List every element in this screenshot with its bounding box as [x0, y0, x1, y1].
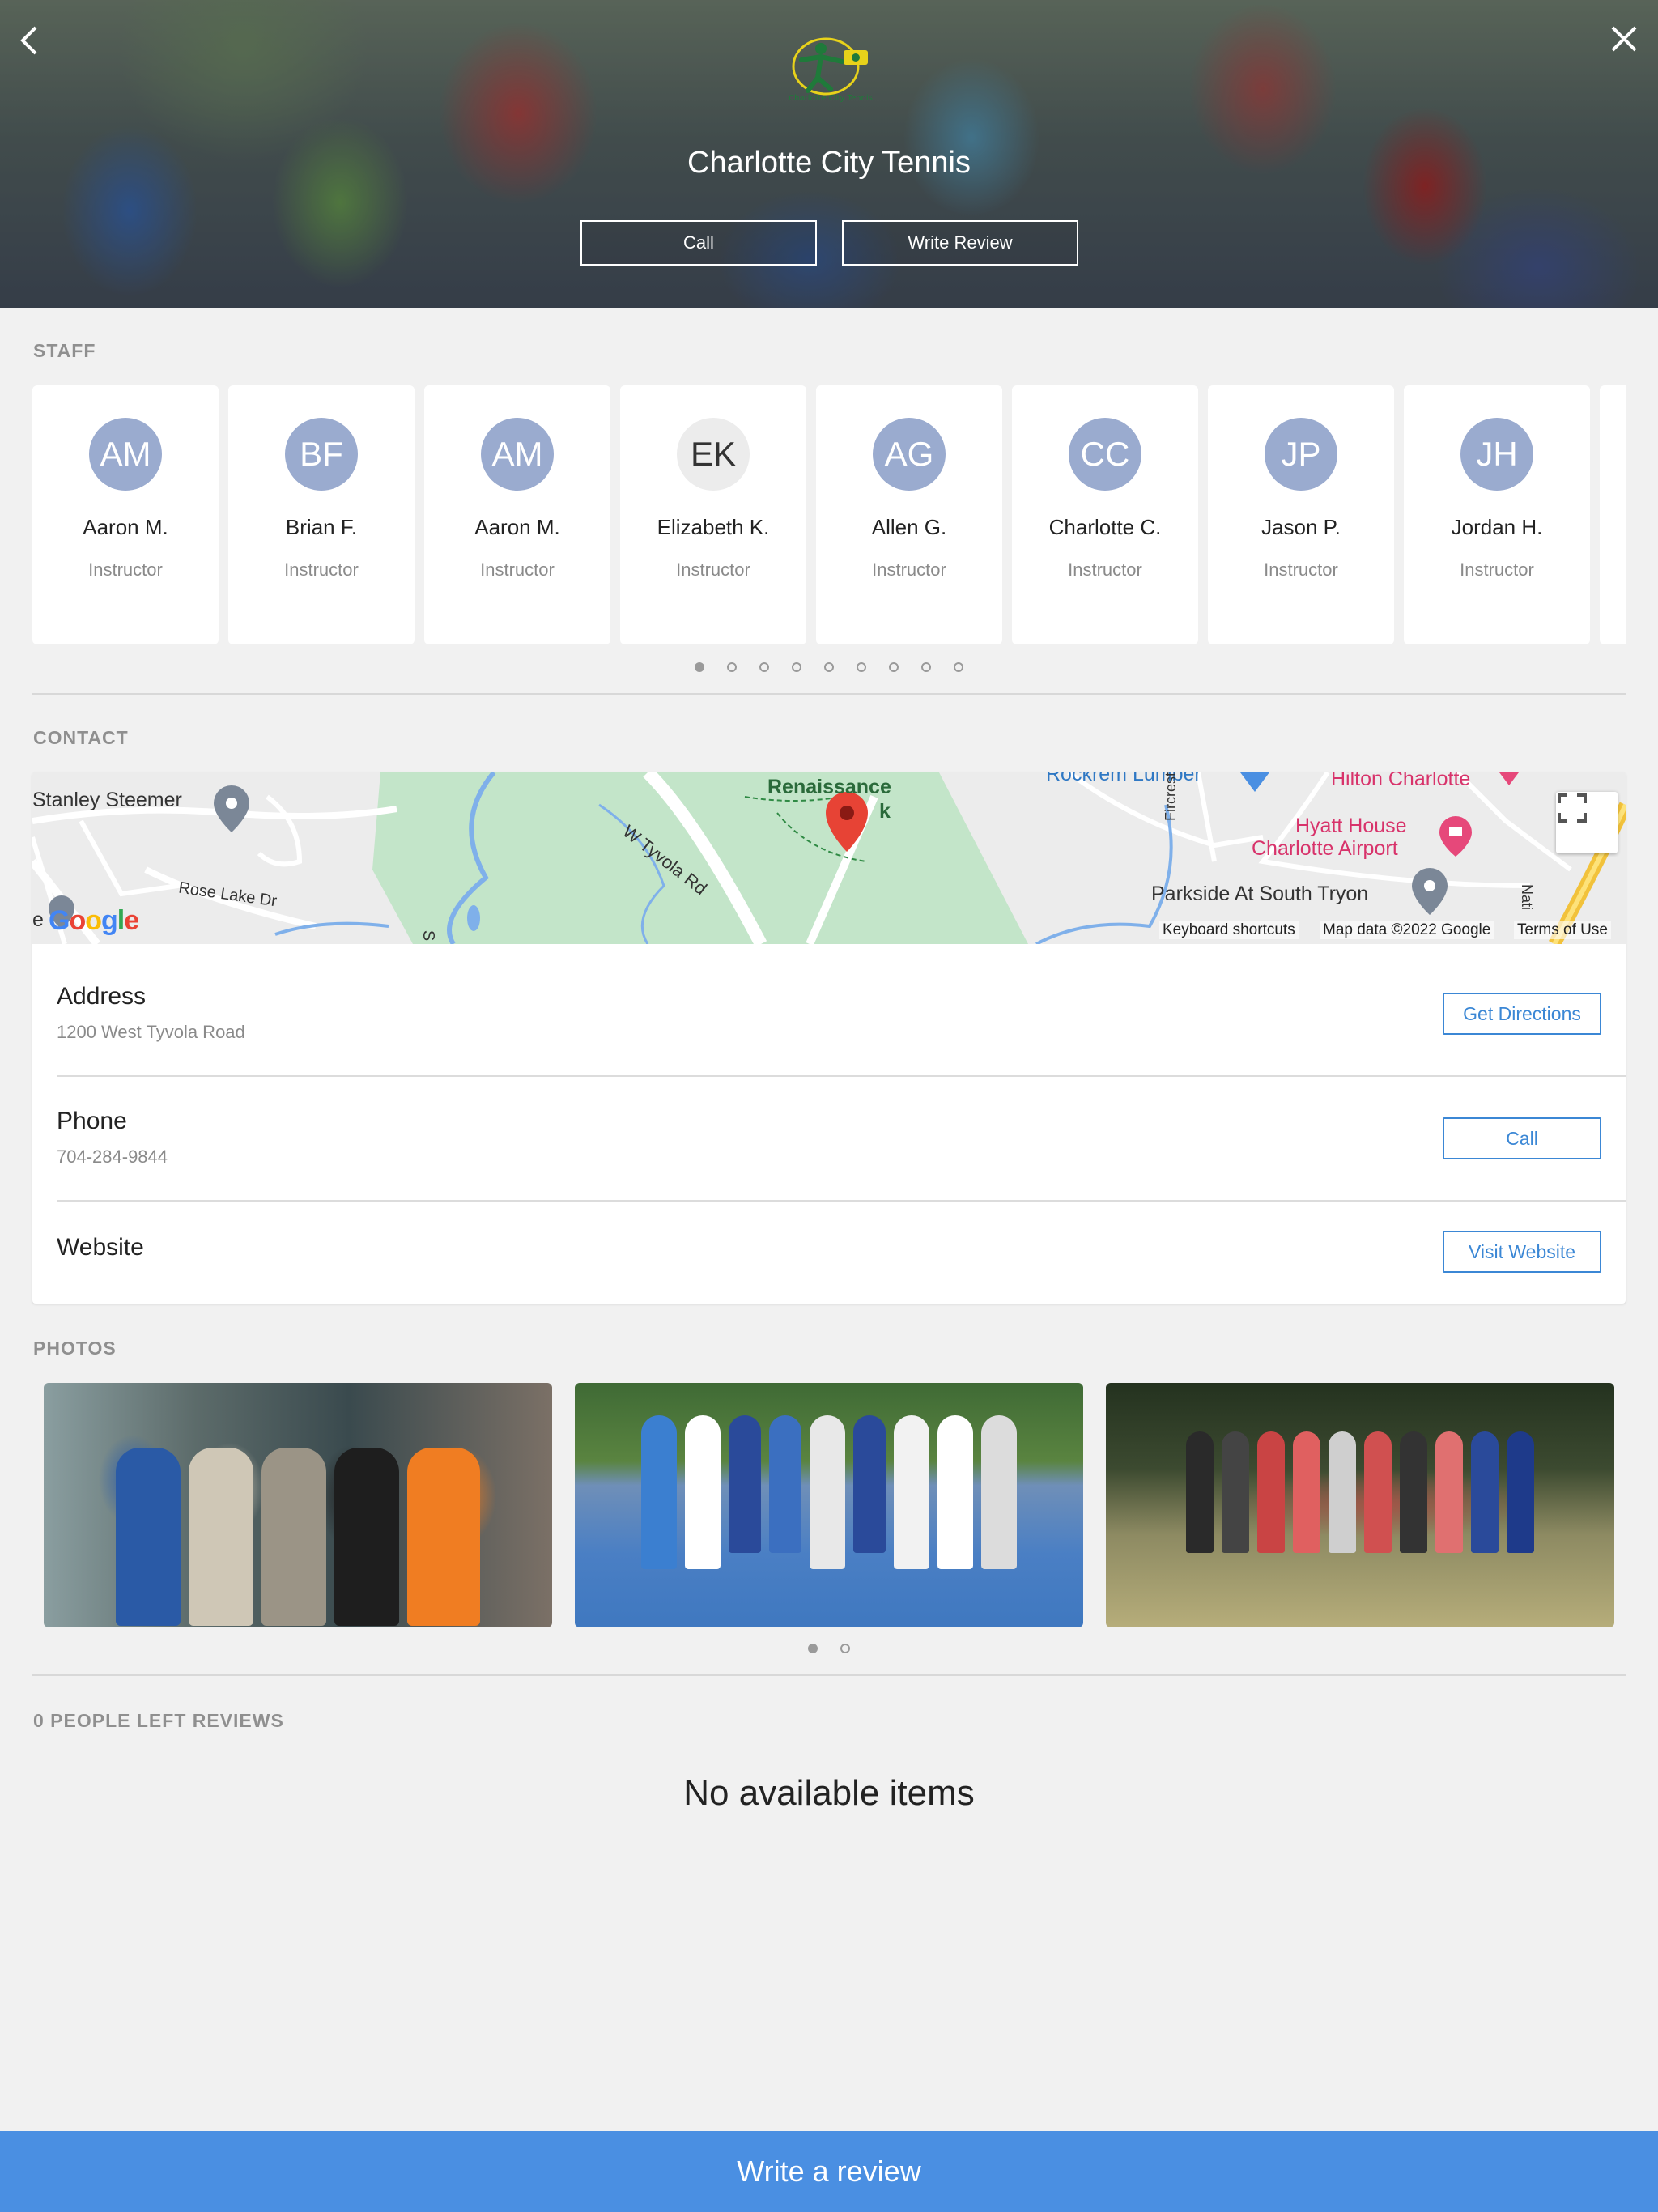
- map-label: Charlotte Airport: [1252, 837, 1398, 860]
- staff-card[interactable]: AM Aaron M. Instructor: [424, 385, 610, 644]
- write-review-button[interactable]: Write Review: [842, 220, 1078, 266]
- pagination-dot[interactable]: [954, 662, 963, 672]
- photos-section-title: PHOTOS: [33, 1338, 117, 1359]
- page-title: Charlotte City Tennis: [687, 146, 971, 180]
- staff-card-partial[interactable]: [1600, 385, 1626, 644]
- hero-call-button[interactable]: Call: [580, 220, 817, 266]
- call-button[interactable]: Call: [1443, 1117, 1601, 1159]
- staff-card[interactable]: BF Brian F. Instructor: [228, 385, 414, 644]
- visit-website-button[interactable]: Visit Website: [1443, 1231, 1601, 1273]
- pagination-dot[interactable]: [857, 662, 866, 672]
- staff-role: Instructor: [1264, 559, 1338, 580]
- phone-label: Phone: [57, 1108, 127, 1134]
- staff-name: Aaron M.: [83, 515, 168, 539]
- phone-row: Phone 704-284-9844: [57, 1108, 1626, 1168]
- staff-card[interactable]: EK Elizabeth K. Instructor: [620, 385, 806, 644]
- staff-card[interactable]: CC Charlotte C. Instructor: [1012, 385, 1198, 644]
- address-value: 1200 West Tyvola Road: [57, 1022, 245, 1042]
- location-map[interactable]: Stanley Steemer Renaissance k Rockrem Lu…: [32, 772, 1626, 944]
- map-label: Hilton Charlotte: [1331, 772, 1471, 790]
- map-data-attribution: Map data ©2022 Google: [1320, 921, 1494, 939]
- staff-section-title: STAFF: [33, 340, 96, 361]
- staff-name: Charlotte C.: [1048, 515, 1162, 539]
- website-label: Website: [57, 1234, 144, 1261]
- pagination-dot[interactable]: [759, 662, 769, 672]
- staff-name: Jordan H.: [1451, 515, 1543, 539]
- map-label: Renaissance: [767, 776, 891, 798]
- staff-card[interactable]: AM Aaron M. Instructor: [32, 385, 219, 644]
- photo-thumbnail[interactable]: [44, 1383, 552, 1627]
- pagination-dot[interactable]: [889, 662, 899, 672]
- avatar: JH: [1460, 418, 1533, 491]
- photo-thumbnail[interactable]: [575, 1383, 1083, 1627]
- svg-text:Charlotte City Tennis: Charlotte City Tennis: [789, 94, 873, 103]
- avatar: BF: [285, 418, 358, 491]
- photo-thumbnail[interactable]: [1106, 1383, 1614, 1627]
- pagination-dot[interactable]: [727, 662, 737, 672]
- staff-card[interactable]: AG Allen G. Instructor: [816, 385, 1002, 644]
- close-icon[interactable]: [1608, 23, 1640, 55]
- club-logo: Charlotte City Tennis: [785, 32, 876, 107]
- staff-carousel[interactable]: AM Aaron M. Instructor BF Brian F. Instr…: [32, 385, 1626, 644]
- pagination-dot[interactable]: [792, 662, 801, 672]
- staff-role: Instructor: [676, 559, 750, 580]
- staff-role: Instructor: [1068, 559, 1142, 580]
- avatar: CC: [1069, 418, 1141, 491]
- staff-pagination: [695, 662, 963, 672]
- map-label: e: [32, 908, 44, 931]
- write-a-review-button[interactable]: Write a review: [0, 2131, 1658, 2212]
- fullscreen-icon[interactable]: [1556, 792, 1618, 853]
- reviews-section-title: 0 PEOPLE LEFT REVIEWS: [33, 1710, 284, 1731]
- staff-card[interactable]: JP Jason P. Instructor: [1208, 385, 1394, 644]
- pagination-dot[interactable]: [921, 662, 931, 672]
- divider: [57, 1075, 1626, 1077]
- staff-name: Elizabeth K.: [657, 515, 770, 539]
- avatar: AM: [481, 418, 554, 491]
- staff-name: Brian F.: [285, 515, 358, 539]
- contact-section-title: CONTACT: [33, 727, 129, 748]
- terms-of-use-link[interactable]: Terms of Use: [1514, 921, 1611, 939]
- pagination-dot[interactable]: [808, 1644, 818, 1653]
- staff-name: Jason P.: [1261, 515, 1341, 539]
- empty-reviews-message: No available items: [683, 1773, 975, 1813]
- staff-name: Aaron M.: [474, 515, 560, 539]
- address-row: Address 1200 West Tyvola Road: [57, 983, 1626, 1043]
- avatar: JP: [1265, 418, 1337, 491]
- contact-card: Stanley Steemer Renaissance k Rockrem Lu…: [32, 772, 1626, 1304]
- photos-pagination: [808, 1644, 850, 1653]
- map-label: k: [879, 800, 891, 823]
- staff-role: Instructor: [872, 559, 946, 580]
- staff-card[interactable]: JH Jordan H. Instructor: [1404, 385, 1590, 644]
- staff-role: Instructor: [284, 559, 359, 580]
- map-label: Hyatt House: [1295, 815, 1407, 837]
- avatar: EK: [677, 418, 750, 491]
- keyboard-shortcuts-link[interactable]: Keyboard shortcuts: [1159, 921, 1299, 939]
- get-directions-button[interactable]: Get Directions: [1443, 993, 1601, 1035]
- map-label: Parkside At South Tryon: [1151, 883, 1369, 905]
- map-label: Fircrest Dr: [1163, 772, 1179, 821]
- website-row: Website: [57, 1234, 1626, 1261]
- staff-name: Allen G.: [871, 515, 947, 539]
- divider: [32, 693, 1626, 695]
- staff-role: Instructor: [480, 559, 555, 580]
- google-logo: Google: [49, 905, 139, 936]
- divider: [57, 1200, 1626, 1202]
- avatar: AG: [873, 418, 946, 491]
- pagination-dot[interactable]: [695, 662, 704, 672]
- avatar: AM: [89, 418, 162, 491]
- map-label: S: [419, 929, 438, 942]
- staff-role: Instructor: [88, 559, 163, 580]
- pagination-dot[interactable]: [840, 1644, 850, 1653]
- pagination-dot[interactable]: [824, 662, 834, 672]
- back-icon[interactable]: [18, 24, 40, 57]
- hero-banner: Charlotte City Tennis Charlotte City Ten…: [0, 0, 1658, 308]
- phone-value: 704-284-9844: [57, 1146, 168, 1167]
- map-label: Nati: [1519, 884, 1535, 911]
- address-label: Address: [57, 983, 147, 1010]
- map-label: Stanley Steemer: [32, 789, 182, 811]
- divider: [32, 1674, 1626, 1676]
- staff-role: Instructor: [1460, 559, 1534, 580]
